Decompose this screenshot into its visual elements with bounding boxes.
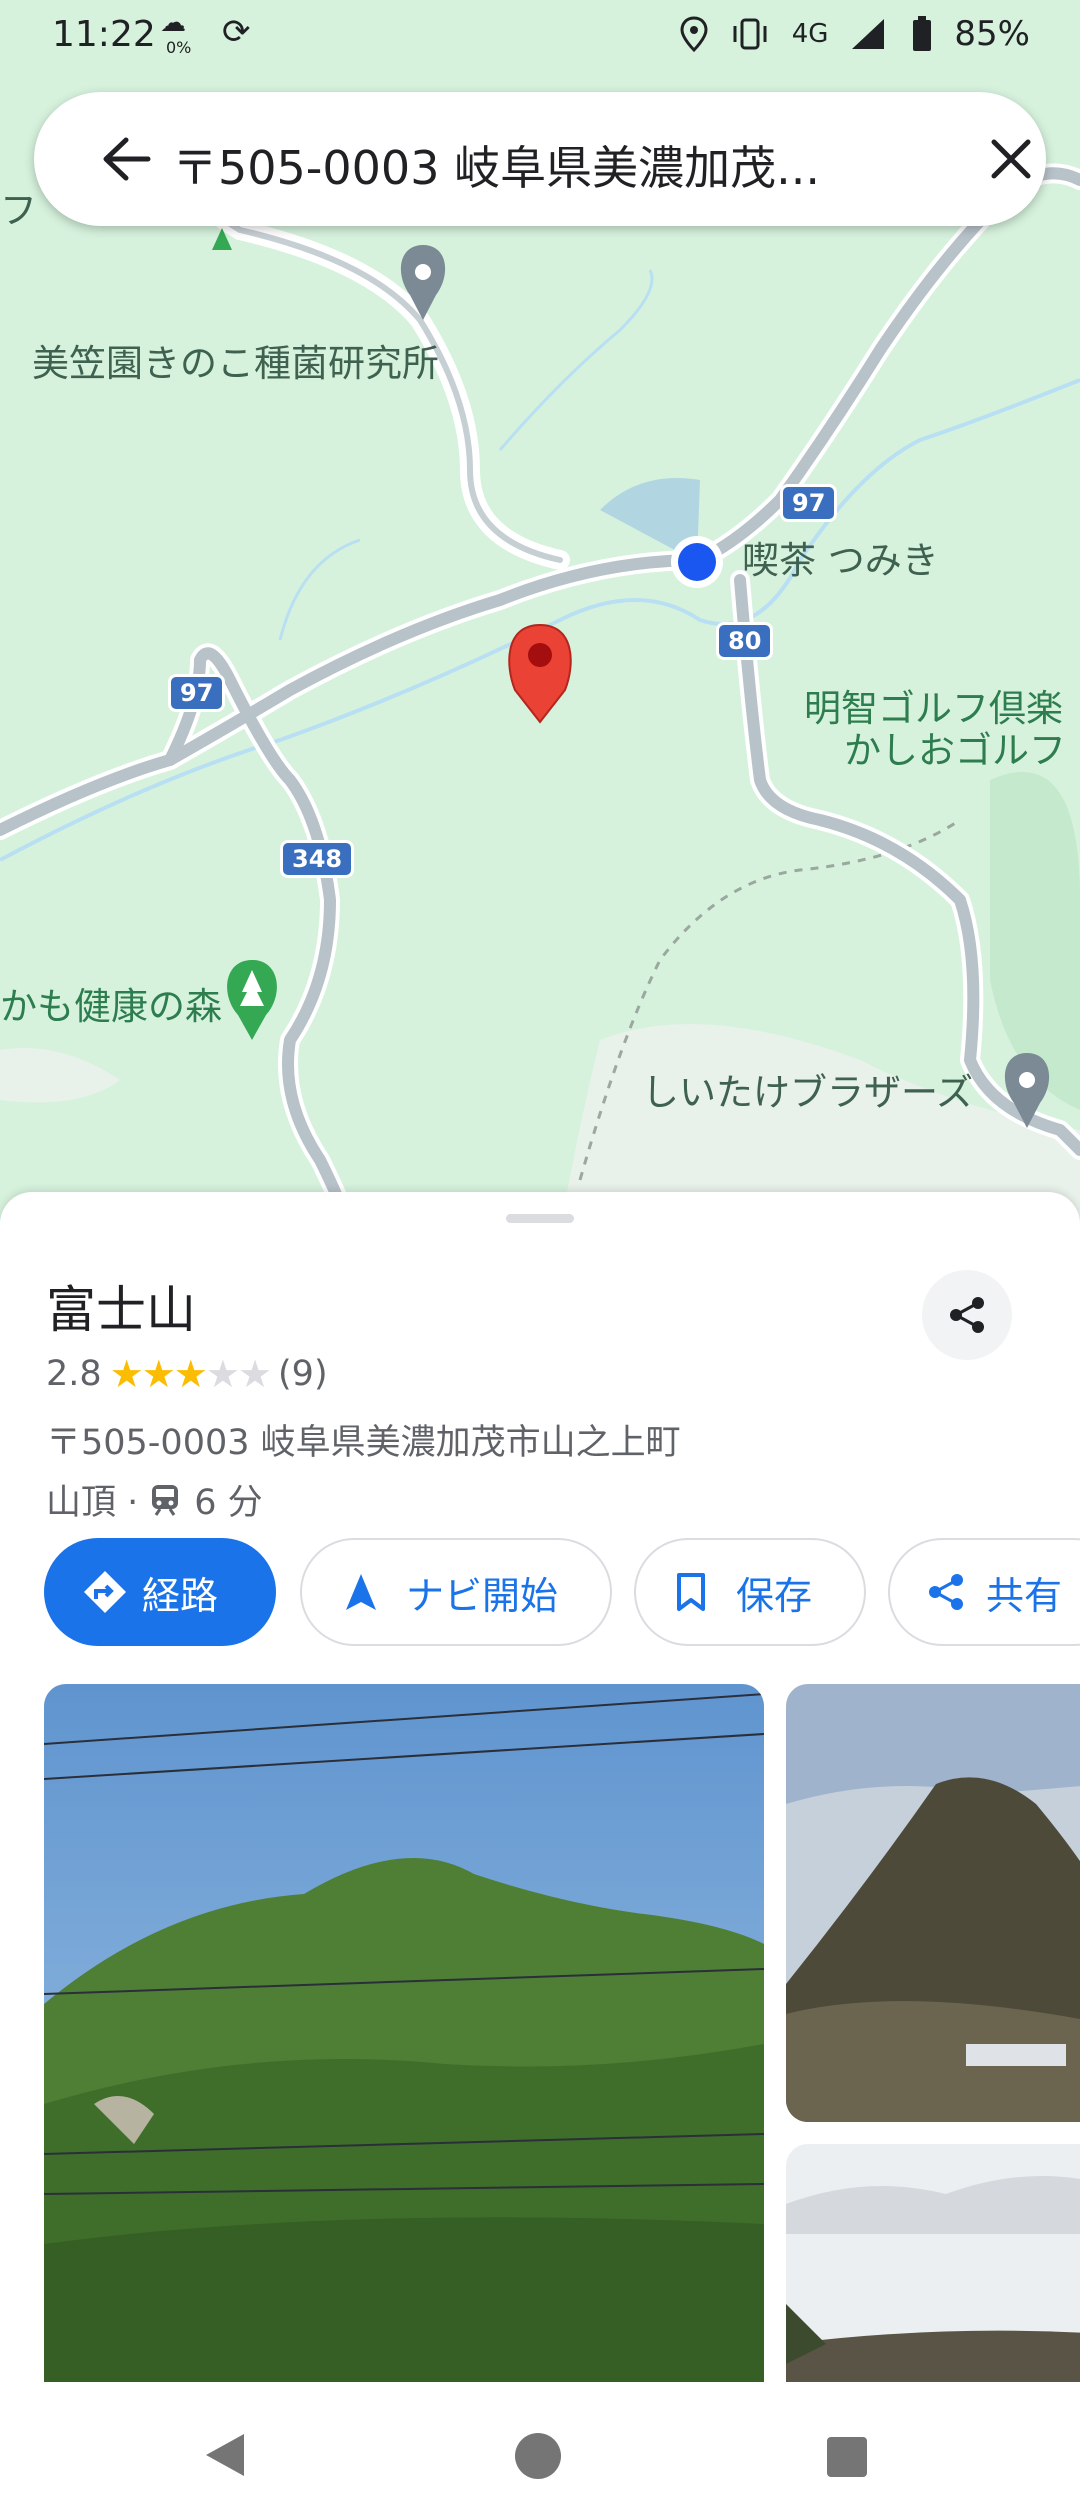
place-sheet[interactable]: 富士山 2.8 ★★★★★ (9) 〒505-0003 岐阜県美濃加茂市山之上町… <box>0 1192 1080 2382</box>
map-view[interactable]: フ 美笠園きのこ種菌研究所 喫茶 つみき 明智ゴルフ倶楽 かしおゴルフ かも健康… <box>0 0 1080 1230</box>
map-label-mushroom-lab[interactable]: 美笠園きのこ種菌研究所 <box>32 345 439 382</box>
rating-row[interactable]: 2.8 ★★★★★ (9) <box>46 1352 328 1396</box>
directions-label: 経路 <box>142 1573 219 1618</box>
sync-icon: ⟳ <box>222 12 251 52</box>
rating-value: 2.8 <box>46 1354 102 1394</box>
share-icon <box>929 1574 963 1610</box>
photo-2[interactable] <box>786 1684 1080 2122</box>
share-label: 共有 <box>986 1573 1063 1618</box>
route-badge-348: 348 <box>280 840 355 878</box>
save-label: 保存 <box>736 1573 813 1618</box>
search-bar[interactable]: 〒505-0003 岐阜県美濃加茂... <box>34 92 1046 226</box>
signal-icon <box>852 19 885 49</box>
photo-main[interactable] <box>44 1684 764 2382</box>
close-icon[interactable] <box>990 138 1032 180</box>
battery-percent: 85% <box>954 14 1030 54</box>
transit-time: 6 分 <box>194 1483 263 1523</box>
map-label-partial: フ <box>0 189 37 232</box>
network-type: 4G <box>791 19 829 49</box>
stars-empty: ★★ <box>205 1352 272 1396</box>
weather-icon: ☁ <box>160 8 186 38</box>
map-label-cafe[interactable]: 喫茶 つみき <box>742 542 939 579</box>
route-badge-97: 97 <box>780 484 838 522</box>
back-nav-icon[interactable] <box>204 2432 246 2478</box>
save-button[interactable]: 保存 <box>634 1538 866 1646</box>
status-bar: 11:22 ☁ 0% ⟳ 4G 85% <box>0 0 1080 70</box>
place-title: 富士山 <box>46 1281 196 1339</box>
drag-handle[interactable] <box>506 1214 574 1223</box>
share-icon <box>950 1297 984 1333</box>
review-count: (9) <box>278 1354 328 1394</box>
directions-icon <box>84 1571 126 1613</box>
battery-icon <box>913 16 932 51</box>
search-query[interactable]: 〒505-0003 岐阜県美濃加茂... <box>172 132 820 198</box>
navigate-label: ナビ開始 <box>406 1573 559 1618</box>
place-category: 山頂 · <box>46 1483 139 1523</box>
stars-filled: ★★★ <box>109 1352 208 1396</box>
navigation-arrow-icon <box>346 1574 376 1610</box>
route-badge-80: 80 <box>716 622 774 660</box>
bookmark-icon <box>677 1573 705 1611</box>
vibrate-icon <box>733 18 767 50</box>
system-nav-bar <box>0 2382 1080 2520</box>
home-nav-icon[interactable] <box>514 2432 562 2480</box>
destination-pin-icon <box>508 623 572 724</box>
weather-percent: 0% <box>166 38 192 57</box>
navigate-button[interactable]: ナビ開始 <box>300 1538 612 1646</box>
location-icon <box>680 16 708 52</box>
share-chip-button[interactable]: 共有 <box>888 1538 1080 1646</box>
place-address: 〒505-0003 岐阜県美濃加茂市山之上町 <box>46 1423 681 1463</box>
category-row: 山頂 · 6 分 <box>46 1474 263 1525</box>
map-label-golf-2[interactable]: かしおゴルフ <box>844 732 1066 769</box>
status-time: 11:22 <box>52 14 156 55</box>
map-label-forest[interactable]: かも健康の森 <box>0 988 222 1025</box>
train-icon <box>152 1484 179 1516</box>
directions-button[interactable]: 経路 <box>44 1538 276 1646</box>
rating-stars-icon: ★★★★★ <box>109 1352 272 1396</box>
park-pin-icon <box>227 960 277 1040</box>
map-label-golf-1[interactable]: 明智ゴルフ倶楽 <box>804 690 1063 727</box>
share-button[interactable] <box>922 1270 1012 1360</box>
map-label-shiitake[interactable]: しいたけブラザーズ <box>642 1074 973 1111</box>
route-badge-97: 97 <box>168 674 226 712</box>
back-arrow-icon[interactable] <box>102 136 152 182</box>
photo-3[interactable] <box>786 2144 1080 2382</box>
recents-nav-icon[interactable] <box>826 2436 868 2478</box>
